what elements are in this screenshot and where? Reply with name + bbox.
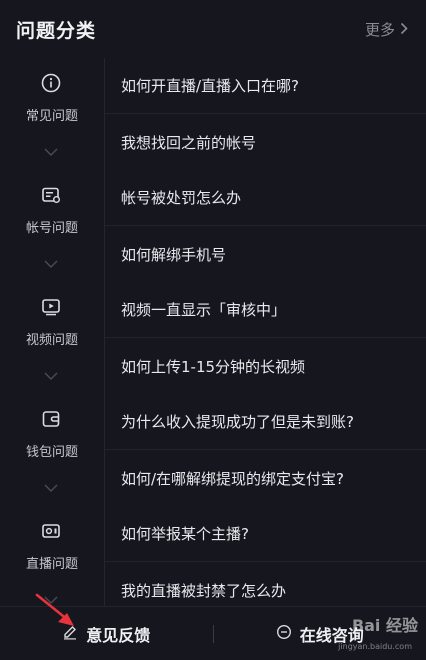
more-label: 更多 bbox=[365, 19, 395, 40]
live-camera-icon bbox=[40, 520, 62, 542]
category-video: 视频问题 视频一直显示「审核中」 如何上传1-15分钟的长视频 bbox=[0, 282, 426, 394]
category-common: 常见问题 如何开直播/直播入口在哪? 我想找回之前的帐号 bbox=[0, 58, 426, 170]
feedback-button[interactable]: 意见反馈 bbox=[0, 607, 213, 660]
question-item[interactable]: 为什么收入提现成功了但是未到账? bbox=[105, 394, 426, 450]
chevron-down-icon[interactable] bbox=[44, 254, 58, 264]
category-account: 帐号问题 帐号被处罚怎么办 如何解绑手机号 bbox=[0, 170, 426, 282]
category-tab-account[interactable]: 帐号问题 bbox=[0, 170, 105, 282]
chat-bubble-icon bbox=[276, 624, 300, 644]
category-tab-video[interactable]: 视频问题 bbox=[0, 282, 105, 394]
video-play-icon bbox=[40, 296, 62, 318]
red-annotation-arrow bbox=[34, 592, 80, 632]
online-consult-button[interactable]: 在线咨询 bbox=[214, 607, 426, 660]
category-label: 帐号问题 bbox=[0, 217, 104, 236]
category-label: 常见问题 bbox=[0, 105, 104, 124]
question-item[interactable]: 帐号被处罚怎么办 bbox=[105, 170, 426, 226]
category-list: 常见问题 如何开直播/直播入口在哪? 我想找回之前的帐号 帐号问题 帐号被处罚怎… bbox=[0, 58, 426, 618]
chevron-down-icon[interactable] bbox=[44, 142, 58, 152]
question-item[interactable]: 如何解绑手机号 bbox=[105, 226, 426, 282]
question-item[interactable]: 如何上传1-15分钟的长视频 bbox=[105, 338, 426, 394]
question-item[interactable]: 视频一直显示「审核中」 bbox=[105, 282, 426, 338]
chevron-down-icon[interactable] bbox=[44, 478, 58, 488]
category-wallet: 钱包问题 为什么收入提现成功了但是未到账? 如何/在哪解绑提现的绑定支付宝? bbox=[0, 394, 426, 506]
info-icon bbox=[40, 72, 62, 94]
wallet-icon bbox=[40, 408, 62, 430]
consult-label: 在线咨询 bbox=[300, 622, 364, 646]
feedback-label: 意见反馈 bbox=[86, 622, 150, 646]
chevron-down-icon[interactable] bbox=[44, 366, 58, 376]
question-item[interactable]: 我想找回之前的帐号 bbox=[105, 114, 426, 170]
category-label: 直播问题 bbox=[0, 553, 104, 572]
page-title: 问题分类 bbox=[16, 16, 96, 43]
category-label: 钱包问题 bbox=[0, 441, 104, 460]
header: 问题分类 更多 bbox=[0, 0, 426, 58]
category-tab-common[interactable]: 常见问题 bbox=[0, 58, 105, 170]
more-link[interactable]: 更多 bbox=[365, 19, 408, 40]
account-card-icon bbox=[40, 184, 62, 206]
question-item[interactable]: 如何举报某个主播? bbox=[105, 506, 426, 562]
category-label: 视频问题 bbox=[0, 329, 104, 348]
category-tab-wallet[interactable]: 钱包问题 bbox=[0, 394, 105, 506]
question-item[interactable]: 如何/在哪解绑提现的绑定支付宝? bbox=[105, 450, 426, 506]
question-item[interactable]: 如何开直播/直播入口在哪? bbox=[105, 58, 426, 114]
chevron-right-icon bbox=[400, 20, 408, 39]
